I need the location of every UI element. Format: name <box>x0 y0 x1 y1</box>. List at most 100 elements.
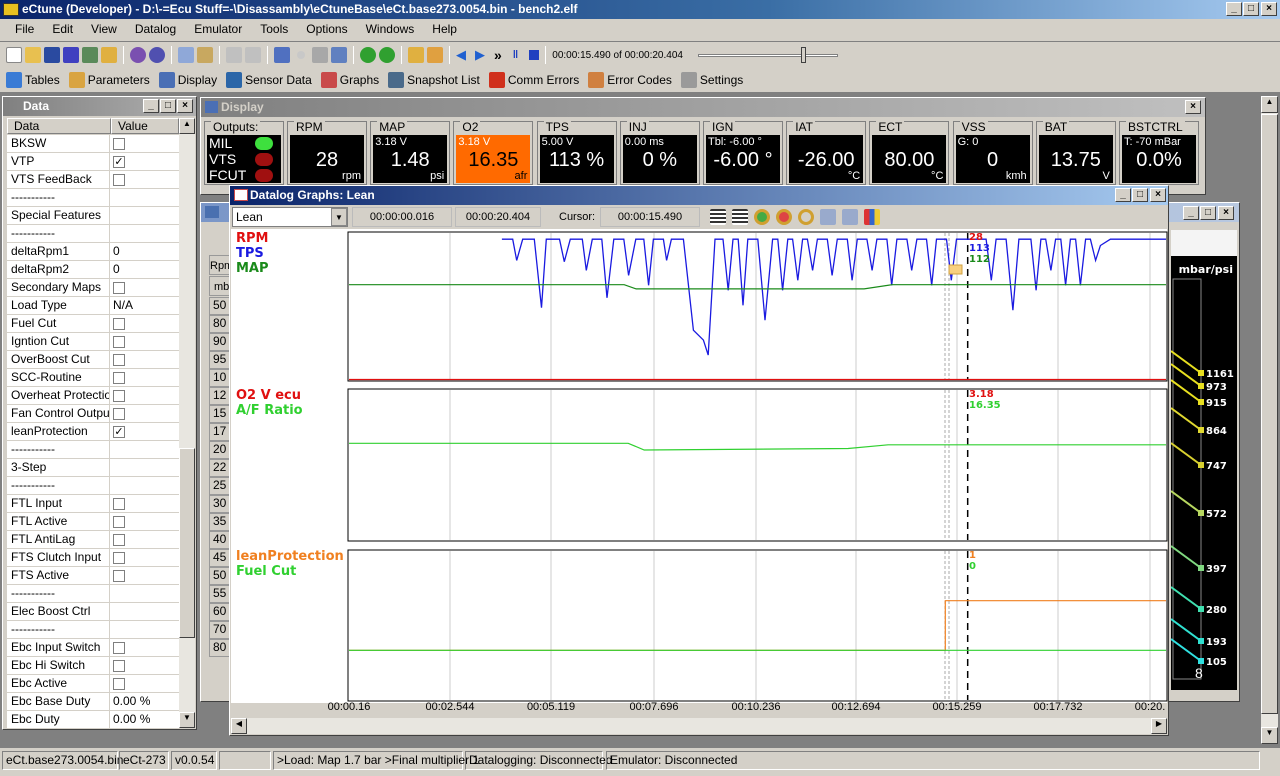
chevron-down-icon[interactable]: ▼ <box>331 208 347 226</box>
data-row[interactable]: FTS Clutch Input <box>7 549 179 567</box>
data-row[interactable]: Ebc Input Switch <box>7 639 179 657</box>
data-row[interactable]: Elec Boost Ctrl <box>7 603 179 621</box>
checkbox[interactable] <box>113 335 125 348</box>
data-row[interactable]: Igntion Cut <box>7 333 179 351</box>
checkbox[interactable] <box>113 551 125 564</box>
toolbar-parameters-button[interactable]: Parameters <box>68 72 156 88</box>
undo-icon[interactable] <box>226 47 242 63</box>
save-icon[interactable] <box>44 47 60 63</box>
checkbox[interactable] <box>113 371 125 384</box>
col-data[interactable]: Data <box>7 118 111 134</box>
toolbar-sensor-data-button[interactable]: Sensor Data <box>226 72 318 88</box>
checkbox[interactable] <box>113 659 125 672</box>
upload-alt-icon[interactable] <box>379 47 395 63</box>
checkbox[interactable]: ✓ <box>113 155 125 168</box>
data-row[interactable]: FTL Active <box>7 513 179 531</box>
redo-icon[interactable] <box>245 47 261 63</box>
data-row[interactable]: ----------- <box>7 189 179 207</box>
data-row[interactable]: Fan Control Output <box>7 405 179 423</box>
data-row[interactable]: Load Type N/A <box>7 297 179 315</box>
data-row[interactable]: BKSW <box>7 135 179 153</box>
align-lines-icon[interactable] <box>732 209 748 225</box>
log-file-icon[interactable] <box>331 47 347 63</box>
menu-help[interactable]: Help <box>423 19 466 39</box>
checkbox[interactable] <box>113 389 125 402</box>
toolbar-display-button[interactable]: Display <box>158 72 223 88</box>
tables-minimize-button[interactable]: _ <box>1183 206 1199 220</box>
step-back-icon[interactable]: ◀ <box>456 47 466 63</box>
checkbox[interactable] <box>113 569 125 582</box>
maximize-button[interactable]: □ <box>1243 2 1259 16</box>
checkbox[interactable] <box>113 407 125 420</box>
data-row[interactable]: SCC-Routine <box>7 369 179 387</box>
data-restore-button[interactable]: □ <box>160 99 176 113</box>
data-row[interactable]: 3-Step <box>7 459 179 477</box>
display-close-button[interactable]: × <box>1185 100 1201 114</box>
chip-write-icon[interactable] <box>149 47 165 63</box>
menu-view[interactable]: View <box>82 19 126 39</box>
data-row[interactable]: leanProtection ✓ <box>7 423 179 441</box>
menu-edit[interactable]: Edit <box>43 19 82 39</box>
checkbox[interactable] <box>113 353 125 366</box>
copy-icon[interactable] <box>178 47 194 63</box>
data-row[interactable]: Ebc Base Duty 0.00 % <box>7 693 179 711</box>
checkbox[interactable] <box>113 137 125 150</box>
data-row[interactable]: Special Features <box>7 207 179 225</box>
record-icon[interactable] <box>297 51 305 59</box>
play-icon[interactable]: ▶ <box>475 47 485 63</box>
toolbar-settings-button[interactable]: Settings <box>680 72 749 88</box>
connect-icon[interactable] <box>274 47 290 63</box>
mdi-scrollbar[interactable]: ▲ ▼ <box>1261 96 1278 744</box>
minimize-button[interactable]: _ <box>1226 2 1242 16</box>
data-row[interactable]: VTP ✓ <box>7 153 179 171</box>
menu-options[interactable]: Options <box>297 19 356 39</box>
checkbox[interactable] <box>113 317 125 330</box>
data-row[interactable]: Secondary Maps <box>7 279 179 297</box>
graph-hscrollbar[interactable]: ◀ ▶ <box>231 718 1167 734</box>
data-close-button[interactable]: × <box>177 99 193 113</box>
data-row[interactable]: VTS FeedBack <box>7 171 179 189</box>
close-button[interactable]: × <box>1261 2 1277 16</box>
zoom-out-icon[interactable] <box>776 209 792 225</box>
data-row[interactable]: ----------- <box>7 225 179 243</box>
menu-file[interactable]: File <box>6 19 43 39</box>
data-scrollbar[interactable]: ▲ ▼ <box>179 118 195 728</box>
tables-maximize-button[interactable]: □ <box>1200 206 1216 220</box>
playback-slider[interactable] <box>697 46 838 64</box>
menu-windows[interactable]: Windows <box>357 19 424 39</box>
upload-icon[interactable] <box>360 47 376 63</box>
checkbox[interactable] <box>113 281 125 294</box>
graphs-minimize-button[interactable]: _ <box>1115 188 1131 202</box>
toolbar-tables-button[interactable]: Tables <box>6 72 66 88</box>
checkbox[interactable] <box>113 173 125 186</box>
checkbox[interactable] <box>113 515 125 528</box>
data-row[interactable]: Ebc Duty 0.00 % <box>7 711 179 729</box>
checkbox[interactable] <box>113 677 125 690</box>
save-log-icon[interactable] <box>312 47 328 63</box>
chart-settings-icon[interactable] <box>864 209 880 225</box>
slider-thumb[interactable] <box>800 47 806 63</box>
zoom-reset-icon[interactable] <box>798 209 814 225</box>
data-row[interactable]: FTL Input <box>7 495 179 513</box>
fast-forward-icon[interactable]: » <box>494 47 502 63</box>
paste-icon[interactable] <box>197 47 213 63</box>
add-marker-icon[interactable] <box>820 209 836 225</box>
data-row[interactable]: ----------- <box>7 477 179 495</box>
close-file-icon[interactable] <box>101 47 117 63</box>
data-row[interactable]: deltaRpm2 0 <box>7 261 179 279</box>
toolbar-error-codes-button[interactable]: Error Codes <box>588 72 678 88</box>
checkbox[interactable] <box>113 533 125 546</box>
checkbox[interactable] <box>113 641 125 654</box>
close-log-icon[interactable] <box>427 47 443 63</box>
open-icon[interactable] <box>25 47 41 63</box>
data-row[interactable]: ----------- <box>7 621 179 639</box>
data-row[interactable]: OverBoost Cut <box>7 351 179 369</box>
data-row[interactable]: ----------- <box>7 441 179 459</box>
chip-read-icon[interactable] <box>130 47 146 63</box>
help-icon[interactable] <box>63 47 79 63</box>
menu-emulator[interactable]: Emulator <box>185 19 251 39</box>
pause-icon[interactable]: ‖ <box>513 49 518 61</box>
toolbar-snapshot-list-button[interactable]: Snapshot List <box>388 72 486 88</box>
preset-select[interactable]: Lean ▼ <box>232 207 348 227</box>
col-value[interactable]: Value <box>111 118 179 134</box>
